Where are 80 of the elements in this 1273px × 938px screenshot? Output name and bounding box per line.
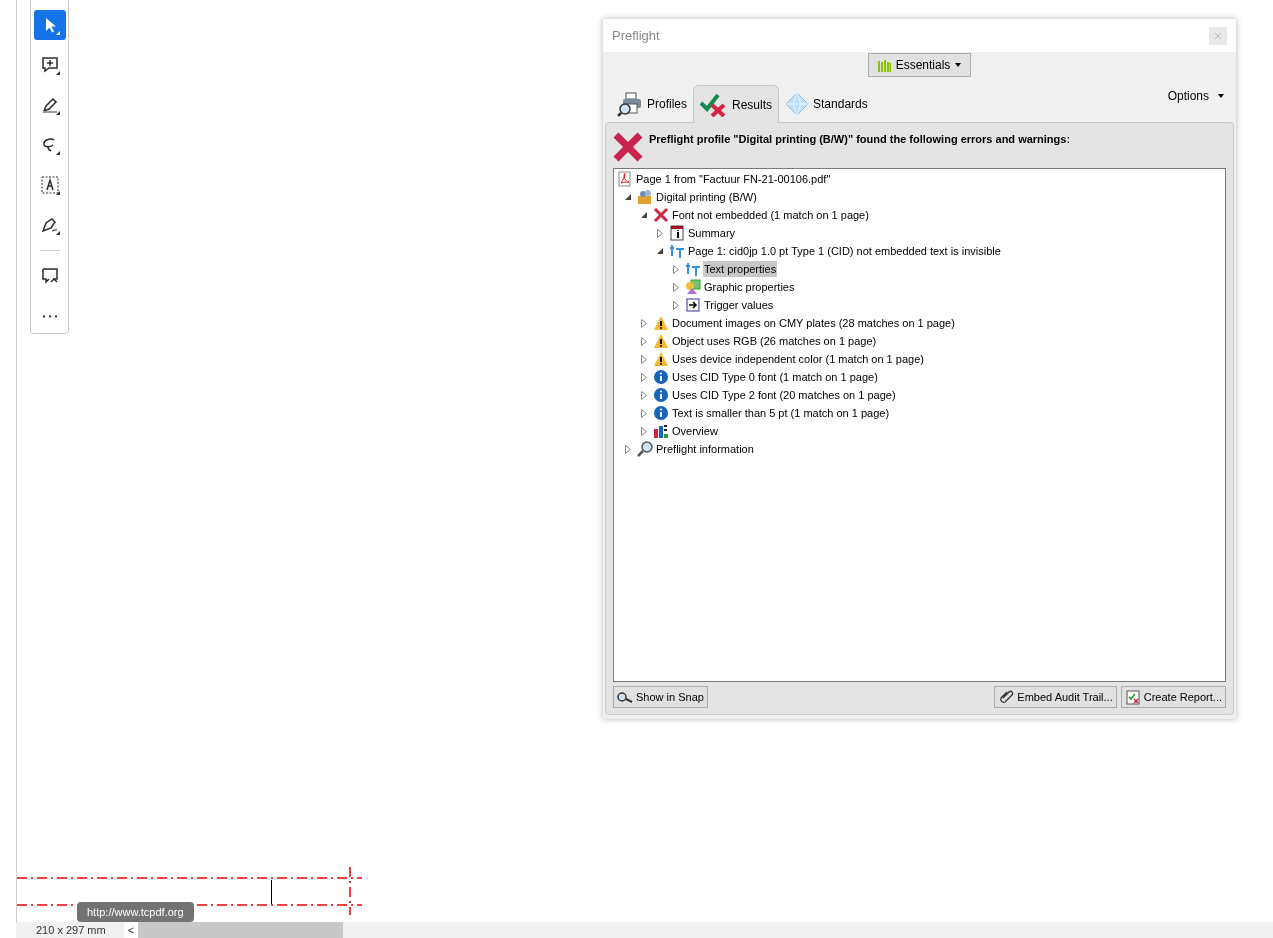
expand-toggle[interactable] xyxy=(655,228,665,238)
scroll-left-button[interactable]: < xyxy=(124,922,138,938)
tree-item[interactable]: Uses CID Type 0 font (1 match on 1 page) xyxy=(671,368,879,386)
expand-toggle[interactable] xyxy=(671,264,681,274)
expand-toggle[interactable] xyxy=(671,282,681,292)
bar-chart-icon xyxy=(653,423,669,439)
page-size-label: 210 x 297 mm xyxy=(36,922,107,938)
panel-button[interactable]: Embed Audit Trail... xyxy=(994,686,1117,708)
link-tooltip: http://www.tcpdf.org xyxy=(77,902,194,922)
clipboard-check-icon xyxy=(1124,689,1141,705)
add-comment-icon xyxy=(39,55,60,75)
expand-toggle[interactable] xyxy=(639,354,649,364)
info-icon xyxy=(653,387,669,403)
text-tt-icon xyxy=(685,261,701,277)
text-tt-icon xyxy=(669,243,685,259)
options-menu[interactable]: Options xyxy=(1167,87,1224,105)
tree-item[interactable]: Font not embedded (1 match on 1 page) xyxy=(671,206,870,224)
tree-item[interactable]: Digital printing (B/W) xyxy=(655,188,758,206)
expand-toggle[interactable] xyxy=(623,444,633,454)
expand-toggle[interactable] xyxy=(639,390,649,400)
bar-chart-icon xyxy=(877,58,891,72)
tree-item[interactable]: Text properties xyxy=(703,260,778,278)
close-button[interactable] xyxy=(1209,26,1227,45)
expand-toggle[interactable] xyxy=(639,336,649,346)
printer-magnifier-icon xyxy=(617,91,643,117)
magnifier-icon xyxy=(617,691,633,703)
result-message: Preflight profile "Digital printing (B/W)" found the following errors and warnings: xyxy=(649,132,1071,147)
panel-title: Preflight xyxy=(612,26,660,45)
tree-item[interactable]: Overview xyxy=(671,422,719,440)
panel-tab[interactable]: Results xyxy=(693,85,780,123)
expand-toggle[interactable] xyxy=(639,426,649,436)
info-icon xyxy=(653,369,669,385)
expand-toggle[interactable] xyxy=(639,318,649,328)
paperclip-icon xyxy=(998,689,1015,705)
tree-item[interactable]: Page 1 from "Factuur FN-21-00106.pdf" xyxy=(635,170,832,188)
expand-toggle[interactable] xyxy=(639,372,649,382)
tree-item[interactable]: Summary xyxy=(687,224,737,242)
collapse-toggle[interactable] xyxy=(639,210,649,220)
shapes-icon xyxy=(685,279,701,295)
warning-icon xyxy=(653,351,669,367)
toolbox-icon xyxy=(637,189,653,205)
cross-icon xyxy=(653,207,669,223)
tree-item[interactable]: Uses CID Type 2 font (20 matches on 1 page) xyxy=(671,386,897,404)
pdf-file-icon xyxy=(617,171,633,187)
magnifier-icon xyxy=(637,441,653,457)
tree-item[interactable]: Graphic properties xyxy=(703,278,796,296)
expand-toggle[interactable] xyxy=(639,408,649,418)
tree-item[interactable]: Uses device independent color (1 match on 1 page) xyxy=(671,350,925,368)
more-icon xyxy=(42,314,57,318)
workspace-dropdown[interactable]: Essentials xyxy=(867,53,972,77)
warning-icon xyxy=(653,333,669,349)
speech-bubble-icon xyxy=(39,266,60,286)
expand-toggle[interactable] xyxy=(671,300,681,310)
tree-item[interactable]: Object uses RGB (26 matches on 1 page) xyxy=(671,332,878,350)
collapse-toggle[interactable] xyxy=(623,192,633,202)
diamond-icon xyxy=(785,92,810,116)
check-and-cross-icon xyxy=(700,92,728,117)
panel-button[interactable]: Create Report... xyxy=(1120,686,1226,708)
error-icon xyxy=(613,132,643,162)
pointer-icon-button[interactable] xyxy=(33,10,66,40)
panel-button[interactable]: Show in Snap xyxy=(613,686,708,708)
horizontal-scrollbar-thumb[interactable] xyxy=(138,922,343,938)
tree-item[interactable]: Page 1: cid0jp 1.0 pt Type 1 (CID) not embedded text is invisible xyxy=(687,242,1002,260)
collapse-toggle[interactable] xyxy=(655,246,665,256)
arrow-box-icon xyxy=(685,297,701,313)
tree-item[interactable]: Document images on CMY plates (28 matches on 1 page) xyxy=(671,314,956,332)
info-sheet-icon xyxy=(669,225,685,241)
warning-icon xyxy=(653,315,669,331)
tree-item[interactable]: Trigger values xyxy=(703,296,775,314)
tree-item[interactable]: Preflight information xyxy=(655,440,755,458)
fountain-pen-icon xyxy=(39,215,60,235)
text-box-icon xyxy=(39,175,60,195)
panel-tab[interactable]: Profiles xyxy=(611,86,693,122)
panel-tab[interactable]: Standards xyxy=(779,86,874,122)
tree-item[interactable]: Text is smaller than 5 pt (1 match on 1 page) xyxy=(671,404,891,422)
caret-icon xyxy=(1218,94,1224,98)
info-icon xyxy=(653,405,669,421)
caret-icon xyxy=(955,63,962,67)
text-cursor xyxy=(271,880,272,904)
close-icon xyxy=(1215,32,1221,39)
